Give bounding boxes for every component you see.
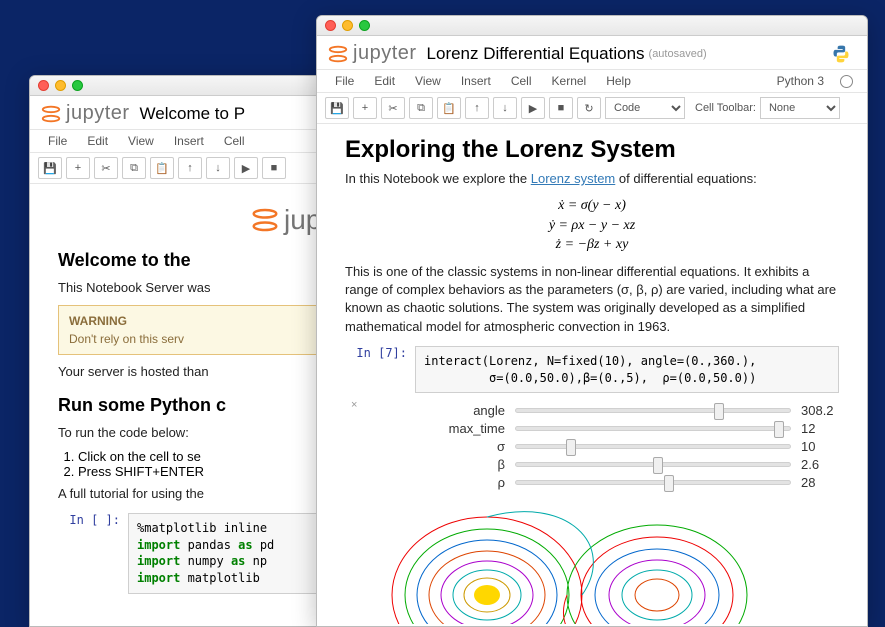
eq-1: ẋ = σ(y − x) (345, 196, 839, 216)
copy-button[interactable]: ⧉ (122, 157, 146, 179)
slider-σ: σ 10 (415, 439, 839, 454)
warning-body: Don't rely on this serv (69, 332, 184, 346)
menu-file[interactable]: File (325, 70, 364, 92)
intro-para: In this Notebook we explore the Lorenz s… (345, 170, 839, 188)
cell-toolbar-select[interactable]: None (760, 97, 840, 119)
up-button[interactable]: ↑ (178, 157, 202, 179)
logo-text: jupyter (353, 42, 417, 65)
slider-value: 12 (791, 421, 839, 436)
down-button[interactable]: ↓ (206, 157, 230, 179)
kernel-indicator (831, 44, 857, 64)
menu-edit[interactable]: Edit (364, 70, 405, 92)
slider-track[interactable] (515, 426, 791, 431)
input-prompt: In [ ]: (58, 513, 128, 594)
eq-2: ẏ = ρx − y − xz (345, 216, 839, 236)
stop-button[interactable]: ■ (262, 157, 286, 179)
slider-label: σ (415, 439, 515, 454)
code-cell[interactable]: In [7]: interact(Lorenz, N=fixed(10), an… (345, 346, 839, 394)
save-button[interactable]: 💾 (325, 97, 349, 119)
notebook-title[interactable]: Welcome to P (140, 104, 246, 124)
celltype-select[interactable]: Code (605, 97, 685, 119)
menubar: File Edit View Insert Cell Kernel Help P… (317, 70, 867, 93)
menu-cell[interactable]: Cell (501, 70, 542, 92)
content: Exploring the Lorenz System In this Note… (317, 124, 867, 624)
slider-value: 2.6 (791, 457, 839, 472)
slider-thumb[interactable] (566, 439, 576, 456)
menu-cell[interactable]: Cell (214, 130, 255, 152)
widget-panel: × angle308.2max_time12σ10β2.6ρ28 (415, 403, 839, 490)
run-button[interactable]: ▶ (521, 97, 545, 119)
zoom-icon[interactable] (72, 80, 83, 91)
slider-value: 308.2 (791, 403, 839, 418)
slider-angle: angle 308.2 (415, 403, 839, 418)
slider-track[interactable] (515, 408, 791, 413)
notebook-title[interactable]: Lorenz Differential Equations (427, 44, 645, 64)
cut-button[interactable]: ✂ (381, 97, 405, 119)
minimize-icon[interactable] (342, 20, 353, 31)
slider-track[interactable] (515, 462, 791, 467)
toolbar: 💾 + ✂ ⧉ 📋 ↑ ↓ ▶ ■ ↻ Code Cell Toolbar: N… (317, 93, 867, 124)
paste-button[interactable]: 📋 (150, 157, 174, 179)
add-button[interactable]: + (66, 157, 90, 179)
close-widget-icon[interactable]: × (351, 399, 357, 411)
header: jupyter Lorenz Differential Equations (a… (317, 36, 867, 70)
python-icon (831, 44, 851, 64)
slider-thumb[interactable] (664, 475, 674, 492)
slider-label: β (415, 457, 515, 472)
slider-thumb[interactable] (653, 457, 663, 474)
run-button[interactable]: ▶ (234, 157, 258, 179)
menu-view[interactable]: View (118, 130, 164, 152)
kernel-status: Python 3 (767, 70, 859, 92)
eq-3: ż = −βz + xy (345, 235, 839, 255)
autosaved-label: (autosaved) (649, 48, 707, 60)
menu-insert[interactable]: Insert (164, 130, 214, 152)
stop-button[interactable]: ■ (549, 97, 573, 119)
slider-ρ: ρ 28 (415, 475, 839, 490)
slider-value: 28 (791, 475, 839, 490)
menu-help[interactable]: Help (596, 70, 641, 92)
description: This is one of the classic systems in no… (345, 263, 839, 336)
slider-label: angle (415, 403, 515, 418)
titlebar[interactable] (317, 16, 867, 36)
minimize-icon[interactable] (55, 80, 66, 91)
heading: Exploring the Lorenz System (345, 136, 839, 164)
front-window: jupyter Lorenz Differential Equations (a… (316, 15, 868, 627)
close-icon[interactable] (38, 80, 49, 91)
slider-track[interactable] (515, 444, 791, 449)
menu-view[interactable]: View (405, 70, 451, 92)
slider-track[interactable] (515, 480, 791, 485)
zoom-icon[interactable] (359, 20, 370, 31)
input-prompt: In [7]: (345, 346, 415, 394)
slider-β: β 2.6 (415, 457, 839, 472)
menu-file[interactable]: File (38, 130, 77, 152)
slider-thumb[interactable] (774, 421, 784, 438)
slider-thumb[interactable] (714, 403, 724, 420)
close-icon[interactable] (325, 20, 336, 31)
menu-kernel[interactable]: Kernel (542, 70, 597, 92)
jupyter-logo[interactable]: jupyter (327, 42, 417, 65)
lorenz-link[interactable]: Lorenz system (531, 171, 616, 186)
equations: ẋ = σ(y − x) ẏ = ρx − y − xz ż = −βz + x… (345, 196, 839, 255)
logo-text: jupyter (66, 102, 130, 125)
add-button[interactable]: + (353, 97, 377, 119)
lorenz-plot (377, 505, 807, 624)
code-area[interactable]: interact(Lorenz, N=fixed(10), angle=(0.,… (415, 346, 839, 394)
restart-button[interactable]: ↻ (577, 97, 601, 119)
cell-toolbar-label: Cell Toolbar: (695, 102, 756, 114)
down-button[interactable]: ↓ (493, 97, 517, 119)
kernel-idle-icon (840, 75, 853, 88)
menu-edit[interactable]: Edit (77, 130, 118, 152)
slider-label: ρ (415, 475, 515, 490)
jupyter-logo[interactable]: jupyter (40, 102, 130, 125)
menu-insert[interactable]: Insert (451, 70, 501, 92)
slider-max_time: max_time 12 (415, 421, 839, 436)
cut-button[interactable]: ✂ (94, 157, 118, 179)
save-button[interactable]: 💾 (38, 157, 62, 179)
up-button[interactable]: ↑ (465, 97, 489, 119)
paste-button[interactable]: 📋 (437, 97, 461, 119)
copy-button[interactable]: ⧉ (409, 97, 433, 119)
slider-value: 10 (791, 439, 839, 454)
kernel-name: Python 3 (767, 70, 834, 92)
slider-label: max_time (415, 421, 515, 436)
